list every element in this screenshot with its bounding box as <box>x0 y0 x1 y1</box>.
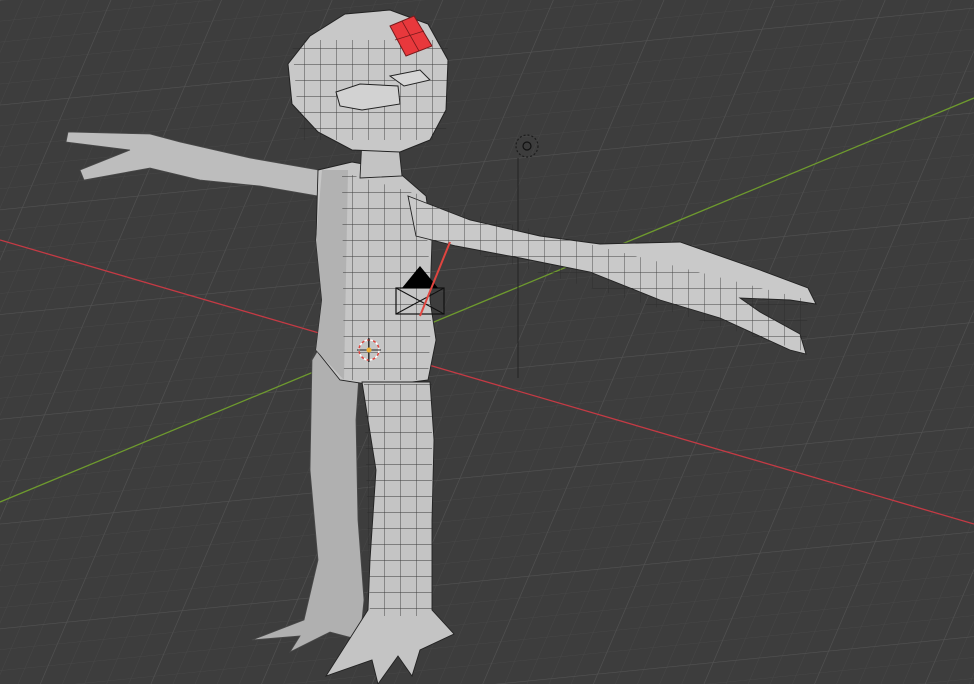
floor-grid <box>0 0 974 684</box>
3d-viewport[interactable] <box>0 0 974 684</box>
